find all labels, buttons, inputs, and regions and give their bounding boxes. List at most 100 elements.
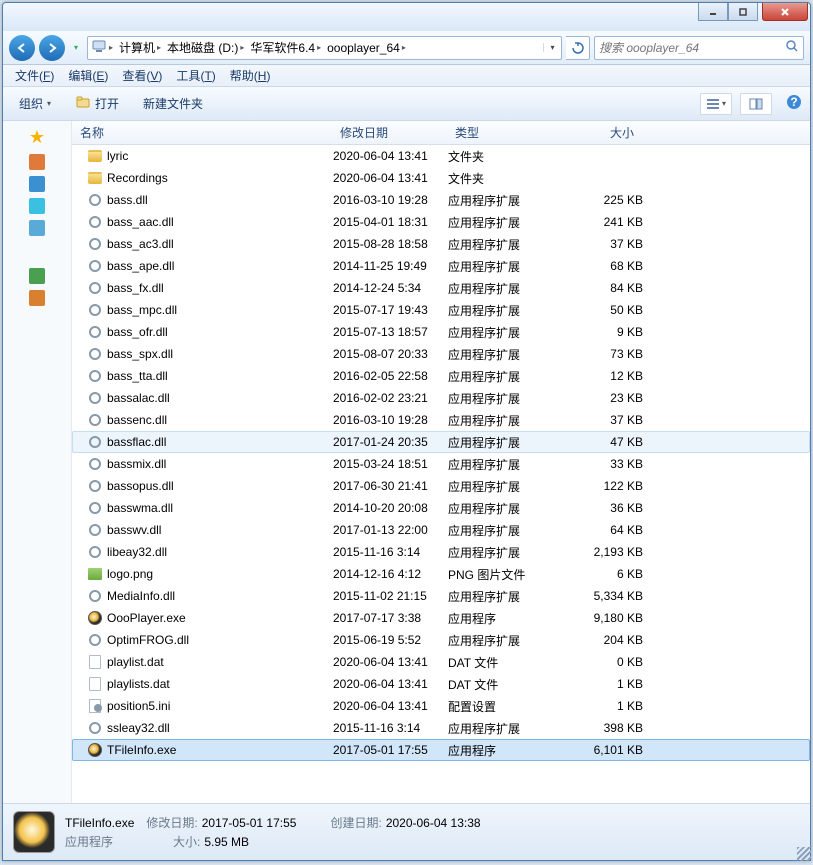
status-crdate: 2020-06-04 13:38	[386, 816, 481, 830]
dll-icon	[89, 348, 101, 360]
file-row[interactable]: bass_fx.dll2014-12-24 5:34应用程序扩展84 KB	[72, 277, 810, 299]
menu-tools[interactable]: 工具(T)	[170, 65, 221, 86]
file-size: 5,334 KB	[568, 589, 643, 603]
file-row[interactable]: position5.ini2020-06-04 13:41配置设置1 KB	[72, 695, 810, 717]
menu-file[interactable]: 文件(F)	[9, 65, 60, 86]
sidebar-icon[interactable]	[29, 198, 45, 214]
help-icon[interactable]: ?	[786, 94, 802, 113]
file-size: 64 KB	[568, 523, 643, 537]
nav-sidebar[interactable]: ★	[3, 121, 72, 803]
file-name: bass_ofr.dll	[107, 325, 333, 339]
search-box[interactable]	[594, 36, 804, 60]
file-size: 241 KB	[568, 215, 643, 229]
column-type[interactable]: 类型	[447, 124, 567, 141]
search-input[interactable]	[599, 41, 781, 55]
new-folder-button[interactable]: 新建文件夹	[135, 91, 211, 116]
file-row[interactable]: logo.png2014-12-16 4:12PNG 图片文件6 KB	[72, 563, 810, 585]
file-row[interactable]: ssleay32.dll2015-11-16 3:14应用程序扩展398 KB	[72, 717, 810, 739]
dll-icon	[89, 458, 101, 470]
breadcrumb-dropdown[interactable]: ▾	[543, 43, 561, 52]
file-row[interactable]: OptimFROG.dll2015-06-19 5:52应用程序扩展204 KB	[72, 629, 810, 651]
favorites-icon[interactable]: ★	[29, 127, 45, 148]
breadcrumb-folder-2[interactable]: oooplayer_64▸	[324, 37, 409, 59]
file-size: 36 KB	[568, 501, 643, 515]
nav-back-button[interactable]	[9, 35, 35, 61]
file-type: PNG 图片文件	[448, 566, 568, 583]
breadcrumb-drive[interactable]: 本地磁盘 (D:)▸	[164, 37, 247, 59]
file-icon	[89, 677, 101, 691]
file-row[interactable]: lyric2020-06-04 13:41文件夹	[72, 145, 810, 167]
file-date: 2015-11-02 21:15	[333, 589, 448, 603]
file-row[interactable]: bassflac.dll2017-01-24 20:35应用程序扩展47 KB	[72, 431, 810, 453]
file-row[interactable]: libeay32.dll2015-11-16 3:14应用程序扩展2,193 K…	[72, 541, 810, 563]
file-row[interactable]: TFileInfo.exe2017-05-01 17:55应用程序6,101 K…	[72, 739, 810, 761]
column-name[interactable]: 名称	[72, 124, 332, 141]
breadcrumb-bar[interactable]: ▸ 计算机▸ 本地磁盘 (D:)▸ 华军软件6.4▸ oooplayer_64▸…	[87, 36, 562, 60]
nav-forward-button[interactable]	[39, 35, 65, 61]
file-row[interactable]: basswma.dll2014-10-20 20:08应用程序扩展36 KB	[72, 497, 810, 519]
open-button[interactable]: 打开	[67, 91, 127, 116]
column-date[interactable]: 修改日期	[332, 124, 447, 141]
dll-icon	[89, 326, 101, 338]
file-row[interactable]: bass_tta.dll2016-02-05 22:58应用程序扩展12 KB	[72, 365, 810, 387]
file-type: 应用程序扩展	[448, 456, 568, 473]
file-date: 2016-02-02 23:21	[333, 391, 448, 405]
dll-icon	[89, 304, 101, 316]
file-row[interactable]: bass_spx.dll2015-08-07 20:33应用程序扩展73 KB	[72, 343, 810, 365]
nav-history-dropdown[interactable]: ▾	[69, 39, 83, 57]
menu-help[interactable]: 帮助(H)	[224, 65, 277, 86]
file-row[interactable]: bass.dll2016-03-10 19:28应用程序扩展225 KB	[72, 189, 810, 211]
computer-icon	[91, 39, 107, 56]
dll-icon	[89, 722, 101, 734]
file-rows[interactable]: lyric2020-06-04 13:41文件夹Recordings2020-0…	[72, 145, 810, 803]
file-row[interactable]: MediaInfo.dll2015-11-02 21:15应用程序扩展5,334…	[72, 585, 810, 607]
sidebar-icon[interactable]	[29, 268, 45, 284]
file-row[interactable]: bass_aac.dll2015-04-01 18:31应用程序扩展241 KB	[72, 211, 810, 233]
dll-icon	[89, 194, 101, 206]
titlebar[interactable]	[3, 3, 810, 31]
file-row[interactable]: bassopus.dll2017-06-30 21:41应用程序扩展122 KB	[72, 475, 810, 497]
dll-icon	[89, 260, 101, 272]
svg-text:?: ?	[790, 95, 797, 109]
file-row[interactable]: bass_ac3.dll2015-08-28 18:58应用程序扩展37 KB	[72, 233, 810, 255]
breadcrumb-root[interactable]: ▸	[88, 37, 116, 59]
organize-button[interactable]: 组织▾	[11, 91, 59, 116]
file-row[interactable]: basswv.dll2017-01-13 22:00应用程序扩展64 KB	[72, 519, 810, 541]
view-options-button[interactable]: ▾	[700, 93, 732, 115]
maximize-button[interactable]	[728, 3, 758, 21]
file-name: bassalac.dll	[107, 391, 333, 405]
file-row[interactable]: bassalac.dll2016-02-02 23:21应用程序扩展23 KB	[72, 387, 810, 409]
breadcrumb-folder-1[interactable]: 华军软件6.4▸	[247, 37, 324, 59]
file-type: 应用程序	[448, 742, 568, 759]
open-icon	[75, 95, 91, 112]
menu-view[interactable]: 查看(V)	[116, 65, 168, 86]
file-date: 2014-11-25 19:49	[333, 259, 448, 273]
column-size[interactable]: 大小	[567, 124, 642, 141]
file-row[interactable]: bass_ofr.dll2015-07-13 18:57应用程序扩展9 KB	[72, 321, 810, 343]
file-row[interactable]: bassenc.dll2016-03-10 19:28应用程序扩展37 KB	[72, 409, 810, 431]
file-row[interactable]: Recordings2020-06-04 13:41文件夹	[72, 167, 810, 189]
file-row[interactable]: playlists.dat2020-06-04 13:41DAT 文件1 KB	[72, 673, 810, 695]
file-row[interactable]: OooPlayer.exe2017-07-17 3:38应用程序9,180 KB	[72, 607, 810, 629]
file-type: 应用程序	[448, 610, 568, 627]
close-button[interactable]	[762, 3, 808, 21]
search-icon[interactable]	[785, 39, 799, 56]
minimize-button[interactable]	[698, 3, 728, 21]
sidebar-icon[interactable]	[29, 176, 45, 192]
breadcrumb-computer[interactable]: 计算机▸	[116, 37, 164, 59]
file-type: 文件夹	[448, 148, 568, 165]
file-type: 应用程序扩展	[448, 214, 568, 231]
file-row[interactable]: playlist.dat2020-06-04 13:41DAT 文件0 KB	[72, 651, 810, 673]
preview-pane-button[interactable]	[740, 93, 772, 115]
resize-grip[interactable]	[797, 847, 811, 861]
sidebar-icon[interactable]	[29, 220, 45, 236]
refresh-button[interactable]	[566, 36, 590, 60]
menu-edit[interactable]: 编辑(E)	[62, 65, 114, 86]
file-row[interactable]: bassmix.dll2015-03-24 18:51应用程序扩展33 KB	[72, 453, 810, 475]
file-row[interactable]: bass_mpc.dll2015-07-17 19:43应用程序扩展50 KB	[72, 299, 810, 321]
sidebar-icon[interactable]	[29, 154, 45, 170]
sidebar-icon[interactable]	[29, 290, 45, 306]
file-name: playlists.dat	[107, 677, 333, 691]
file-row[interactable]: bass_ape.dll2014-11-25 19:49应用程序扩展68 KB	[72, 255, 810, 277]
file-type: 应用程序扩展	[448, 720, 568, 737]
